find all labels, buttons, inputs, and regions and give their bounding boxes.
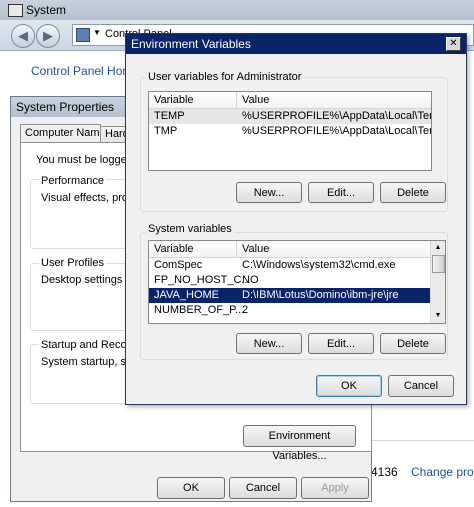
system-var-row-selected[interactable]: JAVA_HOME D:\IBM\Lotus\Domino\ibm-jre\jr… — [149, 288, 431, 303]
user-list-header: Variable Value — [149, 92, 431, 109]
scroll-up-icon[interactable]: ▲ — [432, 242, 444, 254]
control-panel-home-link[interactable]: Control Panel Home — [31, 64, 139, 78]
scroll-down-icon[interactable]: ▼ — [432, 310, 444, 322]
column-divider[interactable] — [236, 241, 237, 257]
product-id-partial: 4136 — [371, 465, 398, 479]
system-edit-button[interactable]: Edit... — [308, 333, 374, 354]
environment-variables-button[interactable]: Environment Variables... — [243, 425, 356, 462]
window-icon — [8, 4, 23, 17]
system-var-name: FP_NO_HOST_C... — [154, 274, 251, 286]
system-var-name: ComSpec — [154, 259, 203, 271]
sysprop-apply-label: Apply — [321, 482, 349, 494]
sysprop-apply-button[interactable]: Apply — [301, 477, 369, 499]
sysprop-cancel-label: Cancel — [245, 482, 281, 494]
system-var-name: JAVA_HOME — [154, 289, 219, 301]
sysprop-cancel-button[interactable]: Cancel — [229, 477, 297, 499]
user-new-label: New... — [253, 187, 285, 199]
user-edit-label: Edit... — [326, 187, 356, 199]
system-delete-label: Delete — [397, 338, 429, 350]
system-variables-label: System variables — [146, 223, 234, 235]
user-col-value[interactable]: Value — [242, 94, 269, 106]
system-var-value: D:\IBM\Lotus\Domino\ibm-jre\jre — [242, 289, 399, 301]
system-var-value: C:\Windows\system32\cmd.exe — [242, 259, 396, 271]
system-var-name: NUMBER_OF_P... — [154, 304, 245, 316]
system-var-value: NO — [242, 274, 259, 286]
divider — [370, 440, 474, 441]
system-variables-list[interactable]: Variable Value ComSpec C:\Windows\system… — [148, 240, 446, 324]
env-ok-button[interactable]: OK — [316, 375, 382, 397]
env-dialog-title: Environment Variables — [131, 37, 251, 51]
system-var-row[interactable]: FP_NO_HOST_C... NO — [149, 273, 431, 288]
system-var-row[interactable]: NUMBER_OF_P... 2 — [149, 303, 431, 318]
system-col-variable[interactable]: Variable — [154, 243, 194, 255]
close-icon: ✕ — [449, 38, 458, 49]
env-cancel-label: Cancel — [403, 380, 439, 392]
user-col-variable[interactable]: Variable — [154, 94, 194, 106]
user-var-name: TMP — [154, 125, 178, 137]
system-window-title: System — [26, 3, 67, 17]
user-new-button[interactable]: New... — [236, 182, 302, 203]
sysprop-ok-label: OK — [183, 482, 199, 494]
scroll-thumb[interactable] — [432, 255, 445, 273]
system-col-value[interactable]: Value — [242, 243, 269, 255]
user-var-row[interactable]: TEMP %USERPROFILE%\AppData\Local\Temp — [149, 109, 431, 124]
column-divider[interactable] — [236, 92, 237, 108]
user-variables-label: User variables for Administrator — [146, 71, 304, 83]
change-product-key-link[interactable]: Change produ — [411, 465, 474, 479]
system-title-bar: System — [0, 0, 474, 20]
control-panel-icon — [76, 28, 90, 42]
address-dropdown-icon[interactable]: ▼ — [93, 28, 101, 37]
user-var-row[interactable]: TMP %USERPROFILE%\AppData\Local\Temp — [149, 124, 431, 139]
tab-computer-name[interactable]: Computer Name — [20, 124, 106, 143]
back-button[interactable]: ◀ — [11, 24, 35, 48]
tab-computer-name-label: Computer Name — [25, 127, 106, 139]
close-button[interactable]: ✕ — [446, 37, 461, 51]
system-edit-label: Edit... — [326, 338, 356, 350]
user-var-value: %USERPROFILE%\AppData\Local\Temp — [242, 110, 432, 122]
system-var-value: 2 — [242, 304, 249, 316]
system-properties-title: System Properties — [16, 100, 115, 114]
environment-variables-dialog: Environment Variables ✕ User variables f… — [125, 33, 467, 405]
user-delete-label: Delete — [397, 187, 429, 199]
system-var-row[interactable]: ComSpec C:\Windows\system32\cmd.exe — [149, 258, 431, 273]
env-cancel-button[interactable]: Cancel — [388, 375, 454, 397]
forward-button[interactable]: ▶ — [36, 24, 60, 48]
performance-label: Performance — [39, 175, 106, 187]
system-new-button[interactable]: New... — [236, 333, 302, 354]
system-list-scrollbar[interactable]: ▲ ▼ — [430, 241, 445, 323]
user-profiles-label: User Profiles — [39, 257, 106, 269]
sysprop-ok-button[interactable]: OK — [157, 477, 225, 499]
system-list-header: Variable Value — [149, 241, 431, 258]
env-ok-label: OK — [341, 380, 357, 392]
user-var-value: %USERPROFILE%\AppData\Local\Temp — [242, 125, 432, 137]
environment-variables-button-label: Environment Variables... — [268, 430, 331, 462]
user-var-name: TEMP — [154, 110, 185, 122]
env-title-bar: Environment Variables ✕ — [126, 34, 466, 54]
user-variables-list[interactable]: Variable Value TEMP %USERPROFILE%\AppDat… — [148, 91, 432, 171]
system-delete-button[interactable]: Delete — [380, 333, 446, 354]
user-delete-button[interactable]: Delete — [380, 182, 446, 203]
user-edit-button[interactable]: Edit... — [308, 182, 374, 203]
system-new-label: New... — [253, 338, 285, 350]
